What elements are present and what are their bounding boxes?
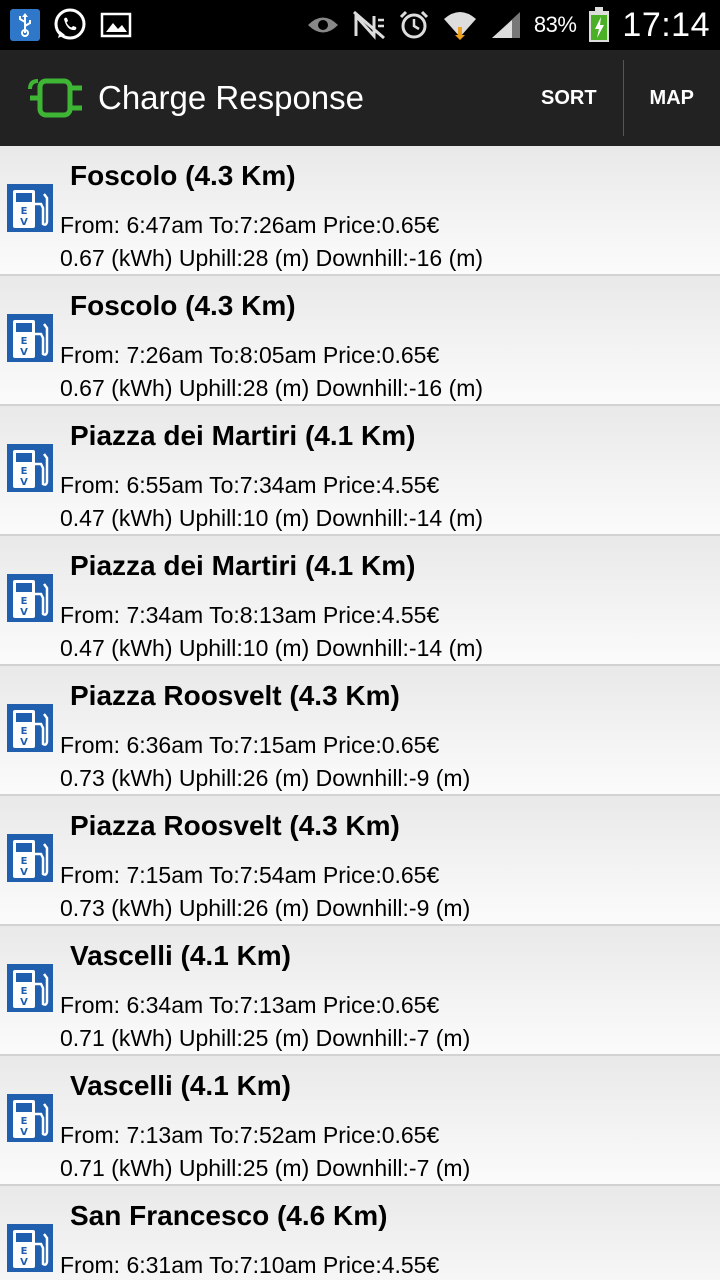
station-time-price: From: 7:13am To:7:52am Price:0.65€ (60, 1122, 440, 1148)
station-energy-elevation: 0.67 (kWh) Uphill:28 (m) Downhill:-16 (m… (60, 375, 484, 401)
svg-text:E: E (21, 596, 28, 607)
svg-text:E: E (21, 856, 28, 867)
whatsapp-icon (52, 7, 88, 43)
battery-percent: 83% (533, 12, 577, 37)
notification-icons (10, 7, 132, 43)
svg-text:V: V (20, 997, 28, 1008)
list-item[interactable]: E V Piazza dei Martiri (4.1 Km) From: 6:55a… (0, 406, 720, 536)
battery-icon (588, 7, 610, 43)
ev-charging-station-icon: EV (7, 834, 53, 882)
svg-text:V: V (20, 867, 28, 878)
ev-charging-station-icon: EV (7, 1094, 53, 1142)
alarm-icon (398, 9, 430, 41)
app-title: Charge Response (98, 79, 364, 116)
svg-text:E: E (21, 336, 28, 347)
plug-icon[interactable] (28, 75, 84, 121)
map-button[interactable]: MAP (624, 50, 720, 146)
svg-text:V: V (20, 1127, 28, 1138)
station-energy-elevation: 0.71 (kWh) Uphill:25 (m) Downhill:-7 (m) (60, 1025, 471, 1051)
signal-icon (490, 10, 522, 40)
station-title: Foscolo (4.3 Km) (70, 290, 296, 321)
system-icons: 83% 17:14 (306, 6, 710, 45)
clock: 17:14 (622, 5, 710, 44)
list-item[interactable]: E V Piazza dei Martiri (4.1 Km) From: 7:34a… (0, 536, 720, 666)
svg-text:E: E (21, 206, 28, 217)
ev-charging-station-icon: EV (7, 964, 53, 1012)
list-item[interactable]: E V Foscolo (4.3 Km) From: 6:47am To:7:26am… (0, 146, 720, 276)
station-time-price: From: 6:47am To:7:26am Price:0.65€ (60, 212, 440, 238)
station-time-price: From: 6:55am To:7:34am Price:4.55€ (60, 472, 440, 498)
svg-text:E: E (21, 1116, 28, 1127)
svg-text:V: V (20, 607, 28, 618)
svg-text:E: E (21, 466, 28, 477)
svg-text:V: V (20, 217, 28, 228)
station-title: Piazza Roosvelt (4.3 Km) (70, 680, 400, 711)
svg-text:E: E (21, 726, 28, 737)
station-energy-elevation: 0.73 (kWh) Uphill:26 (m) Downhill:-9 (m) (60, 765, 471, 791)
ev-charging-station-icon: EV (7, 1224, 53, 1272)
station-title: Piazza dei Martiri (4.1 Km) (70, 550, 416, 581)
station-time-price: From: 6:34am To:7:13am Price:0.65€ (60, 992, 440, 1018)
station-energy-elevation: 0.71 (kWh) Uphill:25 (m) Downhill:-7 (m) (60, 1155, 471, 1181)
station-time-price: From: 7:26am To:8:05am Price:0.65€ (60, 342, 440, 368)
sort-button[interactable]: SORT (515, 50, 623, 146)
svg-text:V: V (20, 737, 28, 748)
list-item[interactable]: E V Piazza Roosvelt (4.3 Km) From: 6:36am T… (0, 666, 720, 796)
station-title: Vascelli (4.1 Km) (70, 940, 292, 971)
list-item[interactable]: E V Vascelli (4.1 Km) From: 7:13am To:7:52a… (0, 1056, 720, 1186)
ev-charging-station-icon: EV (7, 314, 53, 362)
svg-text:V: V (20, 347, 28, 358)
charge-station-list[interactable]: E V Foscolo (4.3 Km) From: 6:47am To:7:26am… (0, 146, 720, 1280)
station-time-price: From: 7:15am To:7:54am Price:0.65€ (60, 862, 440, 888)
ev-charging-station-icon: EV (7, 704, 53, 752)
station-title: Vascelli (4.1 Km) (70, 1070, 292, 1101)
station-time-price: From: 6:36am To:7:15am Price:0.65€ (60, 732, 440, 758)
station-energy-elevation: 0.47 (kWh) Uphill:10 (m) Downhill:-14 (m… (60, 635, 484, 661)
station-time-price: From: 7:34am To:8:13am Price:4.55€ (60, 602, 440, 628)
svg-text:E: E (21, 1246, 28, 1257)
svg-text:V: V (20, 477, 28, 488)
ev-charging-station-icon: EV (7, 444, 53, 492)
list-item[interactable]: E V Vascelli (4.1 Km) From: 6:34am To:7:13a… (0, 926, 720, 1056)
station-time-price: From: 6:31am To:7:10am Price:4.55€ (60, 1252, 440, 1278)
usb-icon (10, 9, 40, 41)
no-signal-icon (352, 10, 386, 40)
list-item[interactable]: E V Foscolo (4.3 Km) From: 7:26am To:8:05am… (0, 276, 720, 406)
station-energy-elevation: 0.47 (kWh) Uphill:10 (m) Downhill:-14 (m… (60, 505, 484, 531)
wifi-icon (442, 9, 478, 41)
ev-charging-station-icon: EV (7, 574, 53, 622)
station-title: Foscolo (4.3 Km) (70, 160, 296, 191)
station-energy-elevation: 0.67 (kWh) Uphill:28 (m) Downhill:-16 (m… (60, 245, 484, 271)
list-item[interactable]: E V San Francesco (4.6 Km) From: 6:31am To:… (0, 1186, 720, 1280)
action-bar: Charge Response SORT MAP (0, 50, 720, 146)
svg-text:E: E (21, 986, 28, 997)
list-item[interactable]: E V Piazza Roosvelt (4.3 Km) From: 7:15am T… (0, 796, 720, 926)
ev-charging-station-icon: EV (7, 184, 53, 232)
eye-icon (306, 14, 340, 36)
status-bar: 83% 17:14 (0, 0, 720, 50)
station-energy-elevation: 0.73 (kWh) Uphill:26 (m) Downhill:-9 (m) (60, 895, 471, 921)
station-title: Piazza Roosvelt (4.3 Km) (70, 810, 400, 841)
gallery-icon (100, 11, 132, 39)
station-title: San Francesco (4.6 Km) (70, 1200, 388, 1231)
svg-text:V: V (20, 1257, 28, 1268)
station-title: Piazza dei Martiri (4.1 Km) (70, 420, 416, 451)
